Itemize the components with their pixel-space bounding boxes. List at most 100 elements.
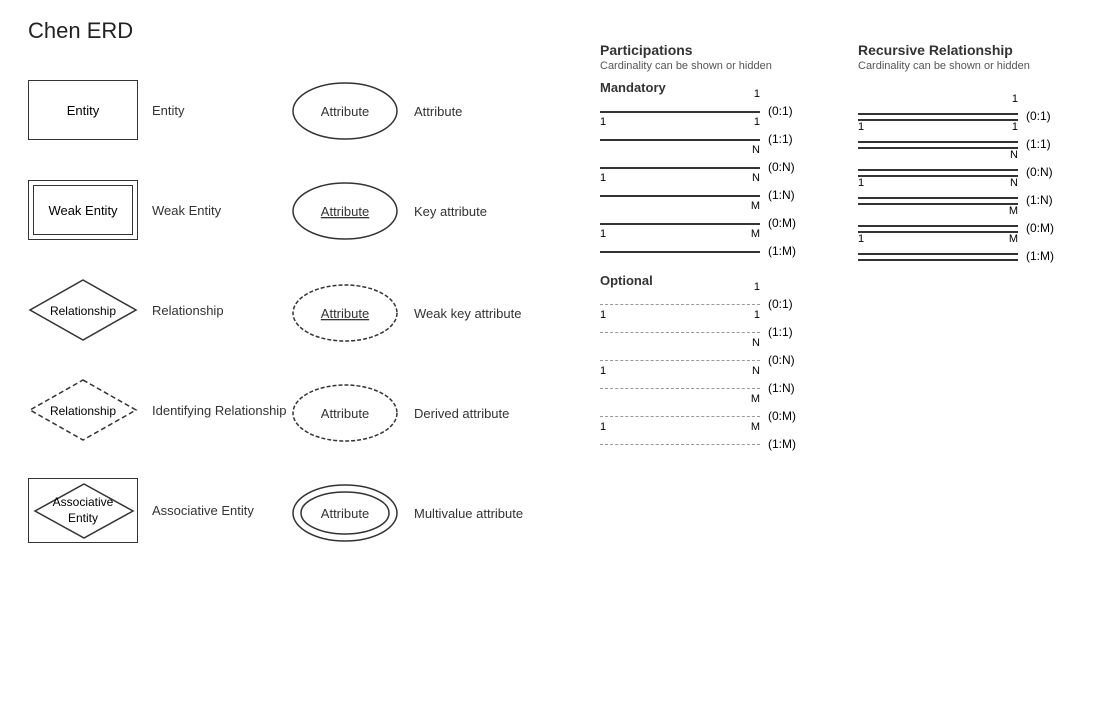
rec-card-1: (0:1): [1026, 109, 1051, 123]
mand-card-1: (0:1): [768, 104, 793, 118]
assoc-entity-shape: AssociativeEntity: [28, 478, 138, 543]
mand-card-3: (0:N): [768, 160, 795, 174]
rec-line-1-top: [858, 113, 1018, 115]
opt-row-1: 1 (0:1): [600, 294, 796, 314]
attr1-row: Attribute Attribute: [290, 80, 462, 142]
opt-line-3-container: N: [600, 350, 760, 370]
opt-r6-right: M: [751, 421, 760, 433]
mand-line-2-container: 1 1: [600, 129, 760, 149]
rec-line-5-container: M: [858, 218, 1018, 238]
identifying-rel-row: Relationship Identifying Relationship: [28, 378, 286, 443]
opt-row-2: 1 1 (1:1): [600, 322, 796, 342]
opt-row-4: 1 N (1:N): [600, 378, 796, 398]
attr1-name: Attribute: [414, 104, 462, 119]
attr4-name: Derived attribute: [414, 406, 509, 421]
opt-line-1-container: 1: [600, 294, 760, 314]
weak-entity-label: Weak Entity: [48, 203, 117, 218]
entity-label: Entity: [67, 103, 100, 118]
weak-entity-inner: Weak Entity: [33, 185, 133, 235]
attr3-row: Attribute Weak key attribute: [290, 282, 521, 344]
rec-line-4-bot: [858, 203, 1018, 205]
opt-line-1: [600, 304, 760, 305]
mand-line-3-container: N: [600, 157, 760, 177]
opt-line-6: [600, 444, 760, 445]
identifying-rel-label: Relationship: [50, 404, 116, 418]
rec-line-3-bot: [858, 175, 1018, 177]
attr5-row: Attribute Multivalue attribute: [290, 482, 523, 544]
mand-r4-left: 1: [600, 172, 606, 184]
rec-line-3-container: N: [858, 162, 1018, 182]
opt-card-3: (0:N): [768, 353, 795, 367]
recursive-section: Recursive Relationship Cardinality can b…: [858, 42, 1054, 274]
opt-line-2: [600, 332, 760, 333]
identifying-rel-name: Identifying Relationship: [152, 403, 286, 418]
relationship-row: Relationship Relationship: [28, 278, 224, 343]
rec-line-4-top: [858, 197, 1018, 199]
mand-card-2: (1:1): [768, 132, 793, 146]
rec-line-3-top: [858, 169, 1018, 171]
rec-card-2: (1:1): [1026, 137, 1051, 151]
rec-line-1-bot: [858, 119, 1018, 121]
mand-line-5: [600, 223, 760, 225]
opt-line-6-container: 1 M: [600, 434, 760, 454]
entity-row: Entity Entity: [28, 80, 185, 140]
assoc-entity-name: Associative Entity: [152, 503, 254, 518]
recursive-spacer: [858, 80, 1054, 106]
rec-line-5-bot: [858, 231, 1018, 233]
rec-line-6-bot: [858, 259, 1018, 261]
rec-line-4-container: 1 N: [858, 190, 1018, 210]
mand-card-4: (1:N): [768, 188, 795, 202]
rec-row-1: 1 (0:1): [858, 106, 1054, 126]
mand-card-5: (0:M): [768, 216, 796, 230]
rec-r4-right: N: [1010, 177, 1018, 189]
rec-card-4: (1:N): [1026, 193, 1053, 207]
relationship-name: Relationship: [152, 303, 224, 318]
opt-line-4-container: 1 N: [600, 378, 760, 398]
rec-r1-right: 1: [1012, 93, 1018, 105]
weak-entity-name: Weak Entity: [152, 203, 221, 218]
participations-section: Participations Cardinality can be shown …: [600, 42, 796, 462]
rec-r2-left: 1: [858, 121, 864, 133]
rec-line-2-bot: [858, 147, 1018, 149]
attr2-name: Key attribute: [414, 204, 487, 219]
rec-line-1-container: 1: [858, 106, 1018, 126]
opt-row-6: 1 M (1:M): [600, 434, 796, 454]
mand-card-6: (1:M): [768, 244, 796, 258]
attr4-svg: Attribute: [290, 382, 400, 444]
rec-line-2-top: [858, 141, 1018, 143]
entity-shape: Entity: [28, 80, 138, 140]
rec-r6-right: M: [1009, 233, 1018, 245]
relationship-label: Relationship: [50, 304, 116, 318]
svg-text:Attribute: Attribute: [321, 104, 369, 119]
attr4-row: Attribute Derived attribute: [290, 382, 509, 444]
recursive-subtitle: Cardinality can be shown or hidden: [858, 60, 1054, 72]
assoc-entity-row: AssociativeEntity Associative Entity: [28, 478, 254, 543]
identifying-rel-shape: Relationship: [28, 378, 138, 443]
rec-row-2: 1 1 (1:1): [858, 134, 1054, 154]
rec-r2-right: 1: [1012, 121, 1018, 133]
mand-row-1: 1 (0:1): [600, 101, 796, 121]
svg-text:Attribute: Attribute: [321, 406, 369, 421]
attr2-row: Attribute Key attribute: [290, 180, 487, 242]
rec-r3-right: N: [1010, 149, 1018, 161]
mandatory-heading: Mandatory: [600, 80, 796, 95]
opt-r4-right: N: [752, 365, 760, 377]
rec-row-4: 1 N (1:N): [858, 190, 1054, 210]
optional-heading: Optional: [600, 273, 796, 288]
opt-line-2-container: 1 1: [600, 322, 760, 342]
attr1-svg: Attribute: [290, 80, 400, 142]
mand-line-3: [600, 167, 760, 169]
opt-r2-left: 1: [600, 309, 606, 321]
page-title: Chen ERD: [28, 18, 133, 44]
opt-card-1: (0:1): [768, 297, 793, 311]
rec-card-5: (0:M): [1026, 221, 1054, 235]
recursive-title: Recursive Relationship: [858, 42, 1054, 58]
relationship-shape: Relationship: [28, 278, 138, 343]
rec-line-5-top: [858, 225, 1018, 227]
entity-name: Entity: [152, 103, 185, 118]
rec-line-6-top: [858, 253, 1018, 255]
opt-card-6: (1:M): [768, 437, 796, 451]
rec-r4-left: 1: [858, 177, 864, 189]
opt-r1-right: 1: [754, 281, 760, 293]
mand-line-1-container: 1: [600, 101, 760, 121]
